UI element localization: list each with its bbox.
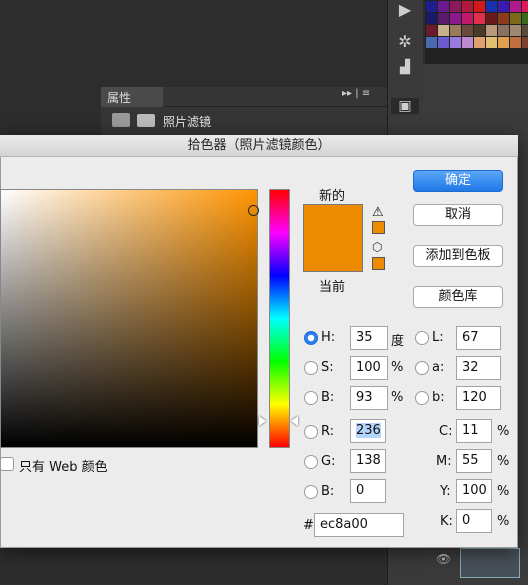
radio-b-brightness[interactable] xyxy=(304,391,318,405)
hue-slider-handle-left[interactable] xyxy=(259,416,266,426)
web-only-checkbox[interactable] xyxy=(0,457,14,471)
color-libraries-button[interactable]: 颜色库 xyxy=(413,286,503,308)
eye-icon[interactable]: 👁 xyxy=(436,552,451,566)
current-color-label: 当前 xyxy=(319,280,346,295)
r-field-value: 236 xyxy=(356,423,381,438)
r-label: R: xyxy=(321,424,335,439)
y-label: Y: xyxy=(440,484,451,499)
web-safe-swatch[interactable] xyxy=(372,257,385,270)
r-field[interactable]: 236 xyxy=(350,419,386,443)
y-field[interactable]: 100 xyxy=(456,479,492,503)
layer-thumbnail[interactable] xyxy=(460,548,520,578)
m-field[interactable]: 55 xyxy=(456,449,492,473)
filter-icon xyxy=(137,114,155,127)
panel-menu-icon[interactable]: ▸▸ | ≡ xyxy=(342,88,370,99)
radio-s[interactable] xyxy=(304,361,318,375)
s-unit: % xyxy=(391,360,404,375)
l-label: L: xyxy=(432,330,444,345)
radio-a[interactable] xyxy=(415,361,429,375)
web-only-label: 只有 Web 颜色 xyxy=(19,460,108,475)
camera-icon xyxy=(112,113,130,127)
c-field[interactable]: 11 xyxy=(456,419,492,443)
hex-field[interactable]: ec8a00 xyxy=(314,513,404,537)
a-label: a: xyxy=(432,360,445,375)
k-label: K: xyxy=(440,514,453,529)
b-lab-label: b: xyxy=(432,390,445,405)
adjustments-icon[interactable]: ▣ xyxy=(391,98,419,114)
b-blue-label: B: xyxy=(321,484,335,499)
a-field[interactable]: 32 xyxy=(456,356,501,380)
gamut-swatch[interactable] xyxy=(372,221,385,234)
radio-h[interactable] xyxy=(304,331,318,345)
k-field[interactable]: 0 xyxy=(456,509,492,533)
b-brightness-field[interactable]: 93 xyxy=(350,386,388,410)
l-field[interactable]: 67 xyxy=(456,326,501,350)
m-unit: % xyxy=(497,454,510,469)
add-to-swatches-button[interactable]: 添加到色板 xyxy=(413,245,503,267)
h-field[interactable]: 35 xyxy=(350,326,388,350)
radio-b-blue[interactable] xyxy=(304,485,318,499)
properties-row-label: 照片滤镜 xyxy=(163,115,212,129)
dialog-title: 拾色器（照片滤镜颜色） xyxy=(0,135,518,157)
play-icon[interactable]: ▶ xyxy=(387,0,423,19)
h-unit: 度 xyxy=(391,334,405,349)
hue-slider[interactable] xyxy=(269,189,290,448)
b-brightness-label: B: xyxy=(321,390,335,405)
radio-b-lab[interactable] xyxy=(415,391,429,405)
cancel-button[interactable]: 取消 xyxy=(413,204,503,226)
b-brightness-unit: % xyxy=(391,390,404,405)
hex-label: # xyxy=(303,518,314,533)
radio-g[interactable] xyxy=(304,455,318,469)
ok-button[interactable]: 确定 xyxy=(413,170,503,192)
new-color-label: 新的 xyxy=(319,189,346,204)
h-label: H: xyxy=(321,330,336,345)
new-color-swatch xyxy=(303,204,363,272)
c-label: C: xyxy=(439,424,453,439)
cube-icon[interactable]: ⬡ xyxy=(372,240,382,254)
properties-tab[interactable]: 属性 xyxy=(101,87,163,107)
hue-slider-handle-right[interactable] xyxy=(291,416,298,426)
g-label: G: xyxy=(321,454,336,469)
b-blue-field[interactable]: 0 xyxy=(350,479,386,503)
swatches-panel xyxy=(425,0,528,64)
saturation-brightness-field[interactable] xyxy=(0,189,258,448)
settings-icon[interactable]: ✲ xyxy=(387,32,423,51)
g-field[interactable]: 138 xyxy=(350,449,386,473)
k-unit: % xyxy=(497,514,510,529)
c-unit: % xyxy=(497,424,510,439)
y-unit: % xyxy=(497,484,510,499)
warning-icon[interactable]: ⚠ xyxy=(372,205,384,220)
b-lab-field[interactable]: 120 xyxy=(456,386,501,410)
m-label: M: xyxy=(436,454,452,469)
s-field[interactable]: 100 xyxy=(350,356,388,380)
radio-r[interactable] xyxy=(304,425,318,439)
radio-l[interactable] xyxy=(415,331,429,345)
histogram-icon[interactable]: ▟ xyxy=(387,60,423,75)
color-marker[interactable] xyxy=(248,205,259,216)
s-label: S: xyxy=(321,360,334,375)
